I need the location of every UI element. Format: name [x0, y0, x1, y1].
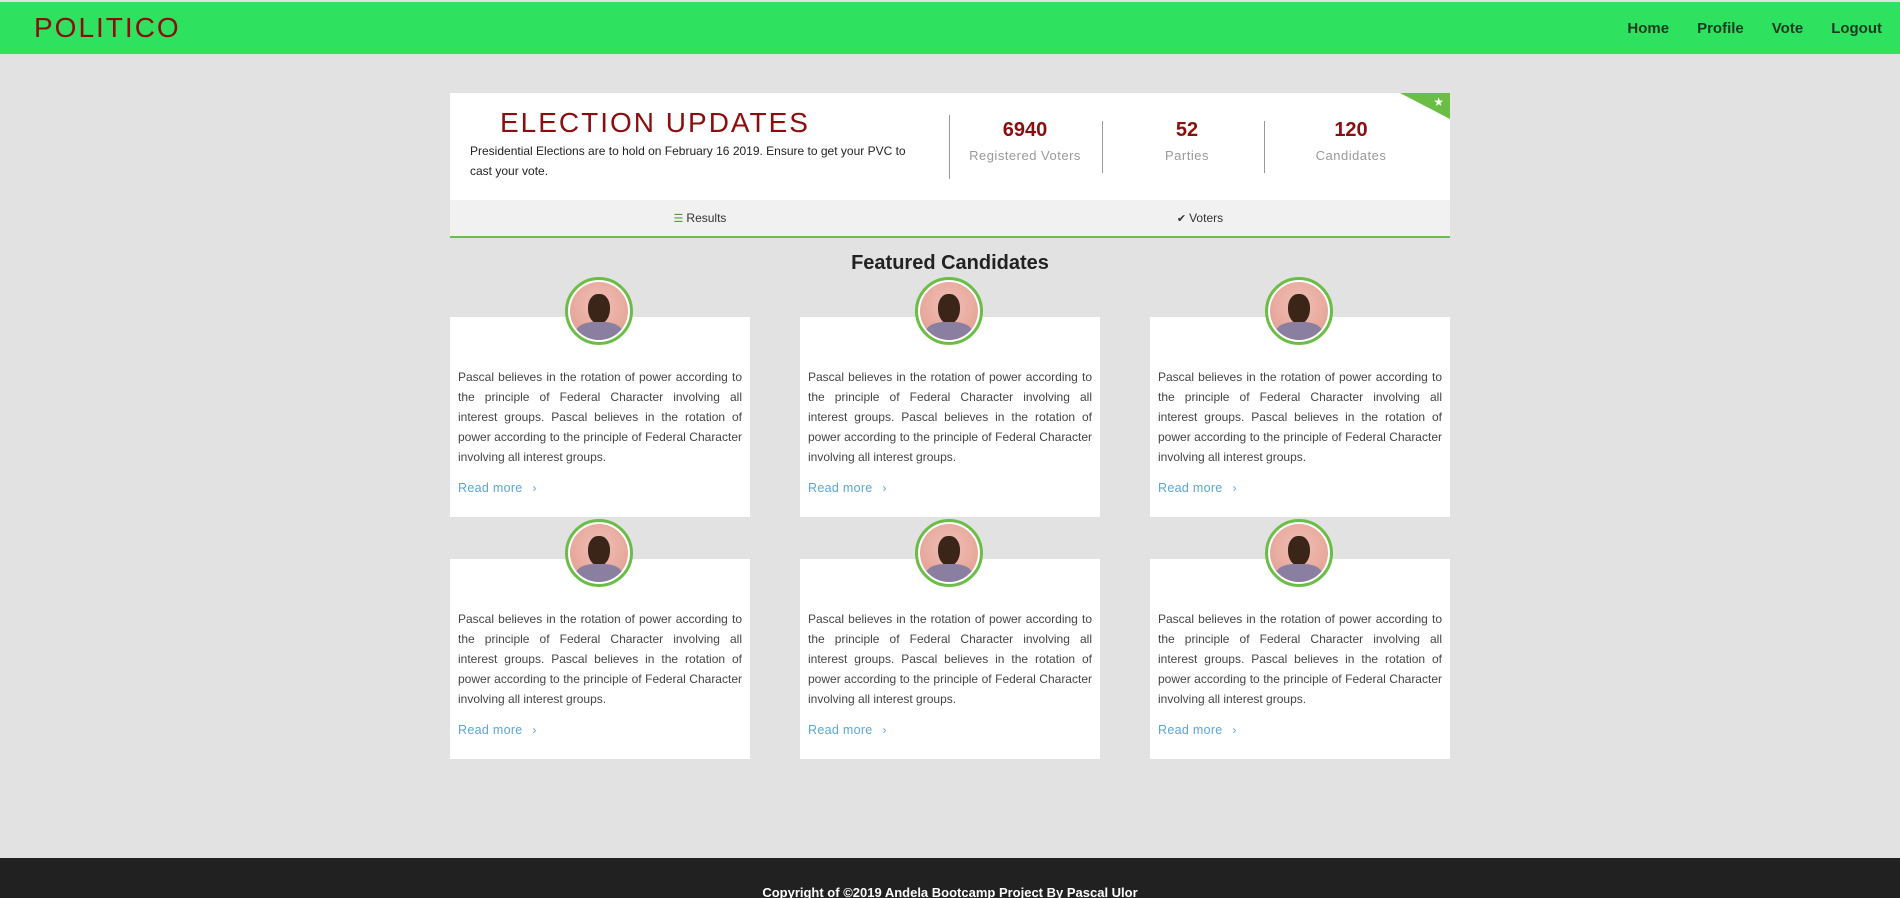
candidate-card: Pascal believes in the rotation of power…	[800, 559, 1100, 759]
read-more-link[interactable]: Read more ›	[458, 723, 537, 737]
list-icon: ☰	[673, 213, 684, 225]
read-more-link[interactable]: Read more ›	[1158, 723, 1237, 737]
chevron-right-icon: ›	[882, 481, 887, 495]
stat-label: Parties	[1165, 148, 1209, 163]
panel-description: Presidential Elections are to hold on Fe…	[470, 144, 906, 178]
read-more-link[interactable]: Read more ›	[458, 481, 537, 495]
candidate-avatar[interactable]	[915, 277, 983, 345]
check-icon: ✔	[1176, 213, 1187, 225]
read-more-label: Read more	[1158, 723, 1223, 737]
tab-voters-label: Voters	[1189, 211, 1224, 225]
read-more-label: Read more	[808, 723, 873, 737]
candidate-bio: Pascal believes in the rotation of power…	[1158, 612, 1442, 706]
candidate-card: Pascal believes in the rotation of power…	[800, 317, 1100, 517]
tab-results[interactable]: ☰ Results	[450, 200, 950, 236]
read-more-label: Read more	[1158, 481, 1223, 495]
chevron-right-icon: ›	[532, 481, 537, 495]
stat-value: 52	[1175, 119, 1199, 141]
read-more-label: Read more	[458, 723, 523, 737]
read-more-label: Read more	[808, 481, 873, 495]
candidate-bio: Pascal believes in the rotation of power…	[808, 612, 1092, 706]
tab-bar: ☰ Results ✔ Voters	[450, 200, 1450, 238]
candidate-avatar[interactable]	[915, 519, 983, 587]
nav-links: Home Profile Vote Logout	[1599, 20, 1882, 37]
nav-vote-link[interactable]: Vote	[1772, 20, 1803, 37]
brand-logo[interactable]: POLITICO	[34, 12, 181, 44]
candidate-bio: Pascal believes in the rotation of power…	[458, 612, 742, 706]
tab-results-label: Results	[686, 211, 727, 225]
candidate-bio: Pascal believes in the rotation of power…	[458, 370, 742, 464]
read-more-link[interactable]: Read more ›	[1158, 481, 1237, 495]
chevron-right-icon: ›	[1232, 723, 1237, 737]
stat-value: 6940	[1002, 119, 1048, 141]
stat-label: Candidates	[1315, 148, 1387, 163]
candidate-card: Pascal believes in the rotation of power…	[450, 559, 750, 759]
candidate-card: Pascal believes in the rotation of power…	[1150, 317, 1450, 517]
featured-candidates-title: Featured Candidates	[851, 252, 1049, 274]
candidate-avatar[interactable]	[565, 277, 633, 345]
candidate-avatar[interactable]	[1265, 277, 1333, 345]
candidate-bio: Pascal believes in the rotation of power…	[808, 370, 1092, 464]
star-icon: ★	[1433, 95, 1444, 109]
read-more-link[interactable]: Read more ›	[808, 723, 887, 737]
stat-registered-voters: 6940 Registered Voters	[950, 119, 1100, 163]
stat-candidates: 120 Candidates	[1276, 119, 1426, 163]
stat-label: Registered Voters	[969, 148, 1081, 163]
nav-home-link[interactable]: Home	[1627, 20, 1669, 37]
footer: Copyright of ©2019 Andela Bootcamp Proje…	[0, 858, 1900, 898]
chevron-right-icon: ›	[532, 723, 537, 737]
stat-parties: 52 Parties	[1112, 119, 1262, 163]
chevron-right-icon: ›	[1232, 481, 1237, 495]
read-more-link[interactable]: Read more ›	[808, 481, 887, 495]
candidate-card: Pascal believes in the rotation of power…	[450, 317, 750, 517]
candidate-card: Pascal believes in the rotation of power…	[1150, 559, 1450, 759]
divider	[1102, 121, 1103, 173]
stat-value: 120	[1334, 119, 1368, 141]
read-more-label: Read more	[458, 481, 523, 495]
top-navbar: POLITICO Home Profile Vote Logout	[0, 2, 1900, 54]
panel-title: ELECTION UPDATES	[500, 107, 810, 138]
footer-copyright: Copyright of ©2019 Andela Bootcamp Proje…	[762, 885, 1138, 898]
tab-voters[interactable]: ✔ Voters	[950, 200, 1450, 236]
candidate-avatar[interactable]	[1265, 519, 1333, 587]
nav-profile-link[interactable]: Profile	[1697, 20, 1744, 37]
candidate-avatar[interactable]	[565, 519, 633, 587]
candidate-bio: Pascal believes in the rotation of power…	[1158, 370, 1442, 464]
election-updates-panel: ELECTION UPDATES Presidential Elections …	[450, 93, 1450, 200]
chevron-right-icon: ›	[882, 723, 887, 737]
divider	[1264, 121, 1265, 173]
nav-logout-link[interactable]: Logout	[1831, 20, 1882, 37]
